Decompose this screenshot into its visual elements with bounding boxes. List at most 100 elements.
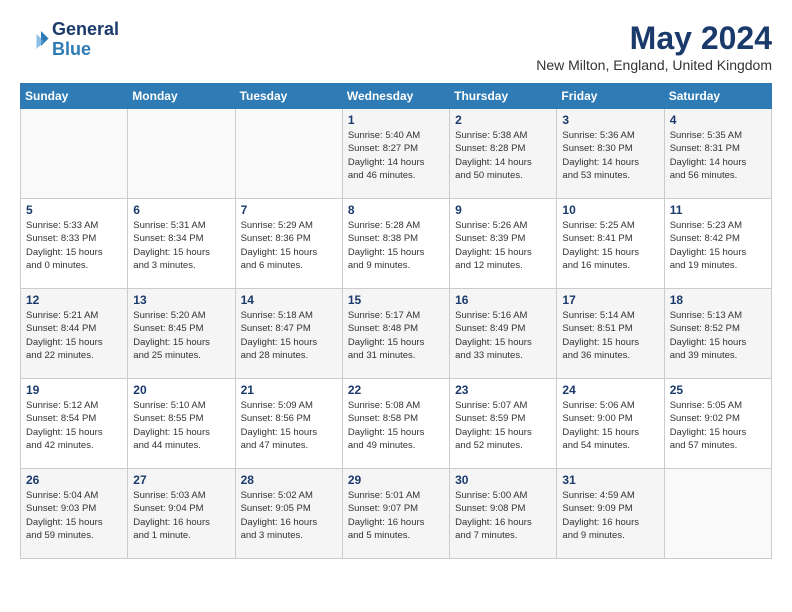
day-info: Sunrise: 5:17 AM Sunset: 8:48 PM Dayligh… — [348, 309, 444, 362]
day-number: 8 — [348, 203, 444, 217]
calendar-cell: 13Sunrise: 5:20 AM Sunset: 8:45 PM Dayli… — [128, 289, 235, 379]
day-info: Sunrise: 5:12 AM Sunset: 8:54 PM Dayligh… — [26, 399, 122, 452]
calendar-cell: 18 Sunrise: 5:13 AM Sunset: 8:52 PM Dayli… — [664, 289, 771, 379]
location: New Milton, England, United Kingdom — [536, 57, 772, 73]
day-info: Sunrise: 5:16 AM Sunset: 8:49 PM Dayligh… — [455, 309, 551, 362]
calendar-cell: 12 Sunrise: 5:21 AM Sunset: 8:44 PM Dayli… — [21, 289, 128, 379]
calendar-cell: 1 Sunrise: 5:40 AM Sunset: 8:27 PM Daylig… — [342, 109, 449, 199]
day-info: Sunrise: 5:07 AM Sunset: 8:59 PM Dayligh… — [455, 399, 551, 452]
day-info: Sunrise: 5:31 AM Sunset: 8:34 PM Dayligh… — [133, 219, 229, 272]
day-info: Sunrise: 5:18 AM Sunset: 8:47 PM Dayligh… — [241, 309, 337, 362]
day-info: Sunrise: 5:33 AM Sunset: 8:33 PM Dayligh… — [26, 219, 122, 272]
day-info: Sunrise: 5:01 AM Sunset: 9:07 PM Dayligh… — [348, 489, 444, 542]
calendar-cell: 16 Sunrise: 5:16 AM Sunset: 8:49 PM Dayli… — [450, 289, 557, 379]
weekday-header-row: SundayMondayTuesdayWednesdayThursdayFrid… — [21, 84, 772, 109]
day-number: 7 — [241, 203, 337, 217]
week-row-2: 5 Sunrise: 5:33 AM Sunset: 8:33 PM Daylig… — [21, 199, 772, 289]
calendar-cell: 31 Sunrise: 4:59 AM Sunset: 9:09 PM Dayli… — [557, 469, 664, 559]
week-row-5: 26Sunrise: 5:04 AM Sunset: 9:03 PM Dayli… — [21, 469, 772, 559]
day-number: 14 — [241, 293, 337, 307]
weekday-header-sunday: Sunday — [21, 84, 128, 109]
day-number: 9 — [455, 203, 551, 217]
day-info: Sunrise: 5:26 AM Sunset: 8:39 PM Dayligh… — [455, 219, 551, 272]
calendar-cell: 7 Sunrise: 5:29 AM Sunset: 8:36 PM Daylig… — [235, 199, 342, 289]
calendar-cell: 21Sunrise: 5:09 AM Sunset: 8:56 PM Dayli… — [235, 379, 342, 469]
calendar-cell: 3 Sunrise: 5:36 AM Sunset: 8:30 PM Daylig… — [557, 109, 664, 199]
calendar-cell — [128, 109, 235, 199]
calendar-cell: 15Sunrise: 5:17 AM Sunset: 8:48 PM Dayli… — [342, 289, 449, 379]
day-number: 29 — [348, 473, 444, 487]
day-number: 17 — [562, 293, 658, 307]
weekday-header-saturday: Saturday — [664, 84, 771, 109]
calendar-cell: 2Sunrise: 5:38 AM Sunset: 8:28 PM Daylig… — [450, 109, 557, 199]
month-title: May 2024 — [536, 20, 772, 57]
weekday-header-thursday: Thursday — [450, 84, 557, 109]
calendar-cell: 28 Sunrise: 5:02 AM Sunset: 9:05 PM Dayli… — [235, 469, 342, 559]
day-number: 19 — [26, 383, 122, 397]
calendar-cell: 6 Sunrise: 5:31 AM Sunset: 8:34 PM Daylig… — [128, 199, 235, 289]
calendar-cell — [235, 109, 342, 199]
day-number: 25 — [670, 383, 766, 397]
calendar-cell: 4Sunrise: 5:35 AM Sunset: 8:31 PM Daylig… — [664, 109, 771, 199]
calendar-cell: 5 Sunrise: 5:33 AM Sunset: 8:33 PM Daylig… — [21, 199, 128, 289]
day-number: 30 — [455, 473, 551, 487]
day-info: Sunrise: 5:23 AM Sunset: 8:42 PM Dayligh… — [670, 219, 766, 272]
calendar-cell: 20Sunrise: 5:10 AM Sunset: 8:55 PM Dayli… — [128, 379, 235, 469]
day-number: 6 — [133, 203, 229, 217]
logo-icon — [20, 25, 50, 55]
calendar-cell — [21, 109, 128, 199]
calendar-cell: 29 Sunrise: 5:01 AM Sunset: 9:07 PM Dayli… — [342, 469, 449, 559]
logo-text: General Blue — [52, 20, 119, 60]
day-number: 27 — [133, 473, 229, 487]
day-number: 26 — [26, 473, 122, 487]
day-number: 24 — [562, 383, 658, 397]
calendar-cell: 23 Sunrise: 5:07 AM Sunset: 8:59 PM Dayli… — [450, 379, 557, 469]
day-info: Sunrise: 5:21 AM Sunset: 8:44 PM Dayligh… — [26, 309, 122, 362]
day-number: 1 — [348, 113, 444, 127]
day-number: 16 — [455, 293, 551, 307]
day-number: 31 — [562, 473, 658, 487]
day-number: 12 — [26, 293, 122, 307]
calendar-cell: 14 Sunrise: 5:18 AM Sunset: 8:47 PM Dayli… — [235, 289, 342, 379]
calendar-table: SundayMondayTuesdayWednesdayThursdayFrid… — [20, 83, 772, 559]
page-header: General Blue May 2024 New Milton, Englan… — [20, 20, 772, 73]
day-info: Sunrise: 5:13 AM Sunset: 8:52 PM Dayligh… — [670, 309, 766, 362]
day-number: 22 — [348, 383, 444, 397]
calendar-cell — [664, 469, 771, 559]
weekday-header-tuesday: Tuesday — [235, 84, 342, 109]
day-info: Sunrise: 5:25 AM Sunset: 8:41 PM Dayligh… — [562, 219, 658, 272]
week-row-1: 1 Sunrise: 5:40 AM Sunset: 8:27 PM Daylig… — [21, 109, 772, 199]
day-number: 5 — [26, 203, 122, 217]
day-number: 18 — [670, 293, 766, 307]
day-number: 28 — [241, 473, 337, 487]
day-number: 11 — [670, 203, 766, 217]
day-info: Sunrise: 5:36 AM Sunset: 8:30 PM Dayligh… — [562, 129, 658, 182]
calendar-cell: 9 Sunrise: 5:26 AM Sunset: 8:39 PM Daylig… — [450, 199, 557, 289]
day-info: Sunrise: 5:35 AM Sunset: 8:31 PM Dayligh… — [670, 129, 766, 182]
calendar-cell: 10 Sunrise: 5:25 AM Sunset: 8:41 PM Dayli… — [557, 199, 664, 289]
day-info: Sunrise: 4:59 AM Sunset: 9:09 PM Dayligh… — [562, 489, 658, 542]
day-number: 23 — [455, 383, 551, 397]
title-block: May 2024 New Milton, England, United Kin… — [536, 20, 772, 73]
weekday-header-monday: Monday — [128, 84, 235, 109]
day-info: Sunrise: 5:28 AM Sunset: 8:38 PM Dayligh… — [348, 219, 444, 272]
day-number: 20 — [133, 383, 229, 397]
day-number: 2 — [455, 113, 551, 127]
calendar-cell: 19 Sunrise: 5:12 AM Sunset: 8:54 PM Dayli… — [21, 379, 128, 469]
calendar-cell: 30 Sunrise: 5:00 AM Sunset: 9:08 PM Dayli… — [450, 469, 557, 559]
weekday-header-wednesday: Wednesday — [342, 84, 449, 109]
day-info: Sunrise: 5:03 AM Sunset: 9:04 PM Dayligh… — [133, 489, 229, 542]
calendar-cell: 24 Sunrise: 5:06 AM Sunset: 9:00 PM Dayli… — [557, 379, 664, 469]
week-row-3: 12 Sunrise: 5:21 AM Sunset: 8:44 PM Dayli… — [21, 289, 772, 379]
day-info: Sunrise: 5:29 AM Sunset: 8:36 PM Dayligh… — [241, 219, 337, 272]
day-number: 10 — [562, 203, 658, 217]
day-number: 3 — [562, 113, 658, 127]
calendar-cell: 22Sunrise: 5:08 AM Sunset: 8:58 PM Dayli… — [342, 379, 449, 469]
day-info: Sunrise: 5:06 AM Sunset: 9:00 PM Dayligh… — [562, 399, 658, 452]
day-info: Sunrise: 5:40 AM Sunset: 8:27 PM Dayligh… — [348, 129, 444, 182]
day-info: Sunrise: 5:00 AM Sunset: 9:08 PM Dayligh… — [455, 489, 551, 542]
calendar-cell: 17Sunrise: 5:14 AM Sunset: 8:51 PM Dayli… — [557, 289, 664, 379]
calendar-cell: 25Sunrise: 5:05 AM Sunset: 9:02 PM Dayli… — [664, 379, 771, 469]
day-info: Sunrise: 5:02 AM Sunset: 9:05 PM Dayligh… — [241, 489, 337, 542]
calendar-cell: 8 Sunrise: 5:28 AM Sunset: 8:38 PM Daylig… — [342, 199, 449, 289]
